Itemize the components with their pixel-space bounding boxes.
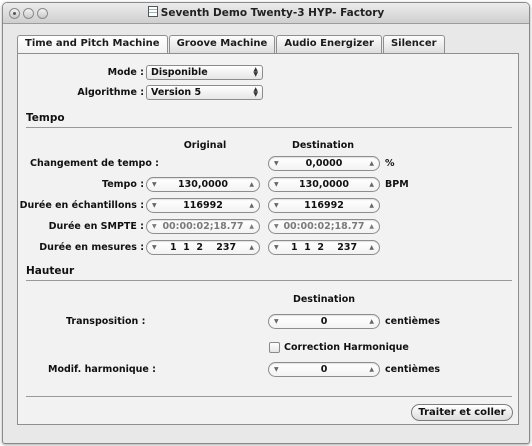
decrement-arrow-icon[interactable]: ▼ [274, 318, 279, 325]
algorithm-label: Algorithme : [77, 87, 144, 98]
pitch-divider [26, 280, 512, 281]
decrement-arrow-icon[interactable]: ▼ [274, 160, 279, 167]
decrement-arrow-icon[interactable]: ▼ [274, 181, 279, 188]
smpte-destination-field[interactable]: ▼ 00:00:02;18.77 ▲ [268, 219, 380, 234]
tempo-original-value: 130,0000 [178, 179, 228, 190]
decrement-arrow-icon[interactable]: ▼ [274, 223, 279, 230]
tab-bar: Time and Pitch Machine Groove Machine Au… [17, 35, 446, 54]
decrement-arrow-icon[interactable]: ▼ [152, 181, 157, 188]
popup-arrows-icon: ▲ ▼ [253, 66, 258, 78]
decrement-arrow-icon[interactable]: ▼ [274, 202, 279, 209]
tab-silencer[interactable]: Silencer [382, 35, 445, 54]
increment-arrow-icon[interactable]: ▲ [369, 202, 374, 209]
transposition-label: Transposition : [66, 316, 146, 327]
algorithm-popup[interactable]: Version 5 ▲ ▼ [146, 85, 263, 100]
harmonic-shift-field[interactable]: ▼ 0 ▲ [268, 362, 380, 377]
bars-destination-value: 1 1 2 237 [290, 242, 358, 253]
samples-destination-field[interactable]: ▼ 116992 ▲ [268, 198, 380, 213]
transposition-unit: centièmes [385, 316, 441, 327]
smpte-original-value: 00:00:02;18.77 [162, 221, 244, 232]
popup-arrows-icon: ▲ ▼ [253, 86, 258, 98]
tab-audio-energizer[interactable]: Audio Energizer [276, 35, 382, 54]
increment-arrow-icon[interactable]: ▲ [249, 244, 254, 251]
bars-destination-field[interactable]: ▼ 1 1 2 237 ▲ [268, 240, 380, 255]
tab-panel: Mode : Disponible ▲ ▼ Algorithme : Versio… [17, 53, 519, 425]
increment-arrow-icon[interactable]: ▲ [369, 244, 374, 251]
smpte-duration-label: Durée en SMPTE : [48, 221, 144, 232]
smpte-destination-value: 00:00:02;18.77 [283, 221, 365, 232]
increment-arrow-icon[interactable]: ▲ [369, 181, 374, 188]
mode-popup[interactable]: Disponible ▲ ▼ [146, 65, 263, 80]
window-title: Seventh Demo Twenty-3 HYP- Factory [160, 7, 385, 19]
destination-column-header: Destination [291, 140, 355, 151]
increment-arrow-icon[interactable]: ▲ [369, 160, 374, 167]
samples-original-value: 116992 [183, 200, 223, 211]
tempo-change-label: Changement de tempo : [30, 158, 159, 169]
tempo-destination-value: 130,0000 [299, 179, 349, 190]
window-title-wrap: Seventh Demo Twenty-3 HYP- Factory [3, 6, 529, 19]
tempo-destination-field[interactable]: ▼ 130,0000 ▲ [268, 177, 380, 192]
samples-destination-value: 116992 [304, 200, 344, 211]
mode-value: Disponible [151, 67, 208, 78]
tempo-section-title: Tempo [26, 112, 65, 124]
algorithm-value: Version 5 [151, 87, 202, 98]
process-and-paste-button[interactable]: Traiter et coller [411, 404, 513, 421]
mode-label: Mode : [107, 67, 144, 78]
increment-arrow-icon[interactable]: ▲ [249, 223, 254, 230]
tempo-unit: BPM [385, 179, 409, 190]
samples-original-field[interactable]: ▼ 116992 ▲ [146, 198, 260, 213]
bars-original-value: 1 1 2 237 [169, 242, 237, 253]
increment-arrow-icon[interactable]: ▲ [369, 318, 374, 325]
original-column-header: Original [183, 140, 227, 151]
harmonic-correction-label: Correction Harmonique [284, 342, 409, 353]
tempo-change-destination-field[interactable]: ▼ 0,0000 ▲ [268, 156, 380, 171]
increment-arrow-icon[interactable]: ▲ [249, 181, 254, 188]
tempo-label: Tempo : [102, 179, 144, 190]
transposition-field[interactable]: ▼ 0 ▲ [268, 314, 380, 329]
bars-original-field[interactable]: ▼ 1 1 2 237 ▲ [146, 240, 260, 255]
tab-time-and-pitch-machine[interactable]: Time and Pitch Machine [17, 35, 168, 54]
pitch-section-title: Hauteur [26, 265, 75, 277]
decrement-arrow-icon[interactable]: ▼ [152, 202, 157, 209]
decrement-arrow-icon[interactable]: ▼ [152, 244, 157, 251]
increment-arrow-icon[interactable]: ▲ [249, 202, 254, 209]
harmonic-shift-unit: centièmes [385, 364, 441, 375]
document-icon [147, 6, 158, 17]
bars-duration-label: Durée en mesures : [39, 242, 144, 253]
harmonic-shift-label: Modif. harmonique : [48, 364, 156, 375]
increment-arrow-icon[interactable]: ▲ [369, 366, 374, 373]
tempo-change-destination-value: 0,0000 [305, 158, 343, 169]
transposition-value: 0 [320, 316, 328, 327]
smpte-original-field[interactable]: ▼ 00:00:02;18.77 ▲ [146, 219, 260, 234]
tab-groove-machine[interactable]: Groove Machine [168, 35, 276, 54]
tempo-change-unit: % [385, 158, 395, 169]
decrement-arrow-icon[interactable]: ▼ [274, 366, 279, 373]
window: Seventh Demo Twenty-3 HYP- Factory Time … [2, 2, 530, 444]
increment-arrow-icon[interactable]: ▲ [369, 223, 374, 230]
tempo-original-field[interactable]: ▼ 130,0000 ▲ [146, 177, 260, 192]
pitch-destination-column-header: Destination [292, 294, 356, 305]
title-bar[interactable]: Seventh Demo Twenty-3 HYP- Factory [3, 3, 529, 24]
harmonic-correction-checkbox[interactable] [269, 342, 280, 353]
samples-duration-label: Durée en échantillons : [19, 200, 144, 211]
tempo-divider [26, 127, 512, 128]
decrement-arrow-icon[interactable]: ▼ [274, 244, 279, 251]
decrement-arrow-icon[interactable]: ▼ [152, 223, 157, 230]
harmonic-shift-value: 0 [320, 364, 328, 375]
bottom-divider [26, 396, 512, 397]
